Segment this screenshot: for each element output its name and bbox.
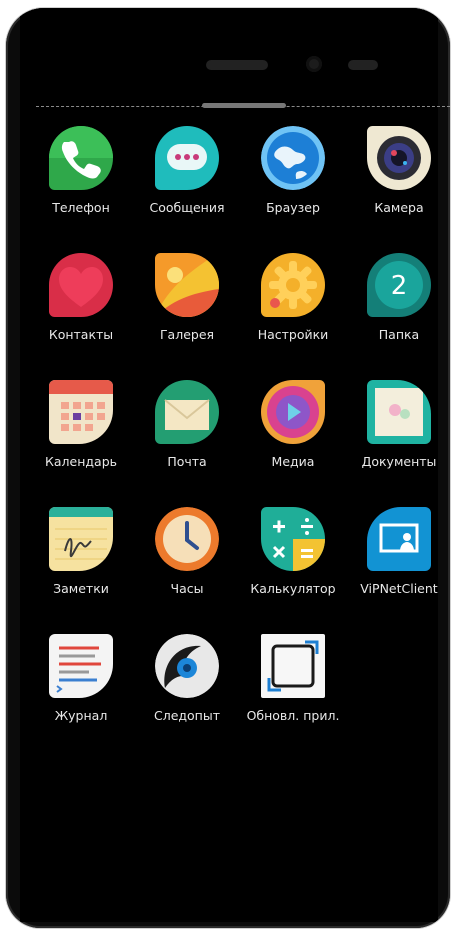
vipnet-client-icon bbox=[367, 507, 431, 571]
app-label: Часы bbox=[170, 581, 204, 596]
tracker-icon bbox=[155, 634, 219, 698]
app-phone[interactable]: Телефон bbox=[28, 126, 134, 215]
app-journal[interactable]: Журнал bbox=[28, 634, 134, 723]
app-calculator[interactable]: Калькулятор bbox=[240, 507, 346, 596]
app-label: Контакты bbox=[48, 327, 114, 342]
app-documents[interactable]: Документы bbox=[346, 380, 450, 469]
app-contacts[interactable]: Контакты bbox=[28, 253, 134, 342]
phone-frame: Телефон Сообщения Браузер Камера Контакт… bbox=[6, 8, 450, 928]
documents-icon bbox=[367, 380, 431, 444]
mail-icon bbox=[155, 380, 219, 444]
app-camera[interactable]: Камера bbox=[346, 126, 450, 215]
app-tracker[interactable]: Следопыт bbox=[134, 634, 240, 723]
gallery-icon bbox=[155, 253, 219, 317]
app-calendar[interactable]: Календарь bbox=[28, 380, 134, 469]
clock-icon bbox=[155, 507, 219, 571]
contacts-heart-icon bbox=[49, 253, 113, 317]
app-media[interactable]: Медиа bbox=[240, 380, 346, 469]
proximity-sensor bbox=[348, 60, 378, 70]
pull-down-handle[interactable] bbox=[202, 103, 286, 108]
app-label: Календарь bbox=[45, 454, 117, 469]
camera-icon bbox=[367, 126, 431, 190]
app-label: ViPNetClient bbox=[360, 581, 438, 596]
media-play-icon bbox=[261, 380, 325, 444]
browser-globe-icon bbox=[261, 126, 325, 190]
app-label: Сообщения bbox=[149, 200, 225, 215]
app-browser[interactable]: Браузер bbox=[240, 126, 346, 215]
front-camera bbox=[306, 56, 322, 72]
folder-badge: 2 bbox=[391, 271, 408, 301]
app-grid: Телефон Сообщения Браузер Камера Контакт… bbox=[28, 126, 450, 723]
app-gallery[interactable]: Галерея bbox=[134, 253, 240, 342]
app-messages[interactable]: Сообщения bbox=[134, 126, 240, 215]
app-label: Следопыт bbox=[153, 708, 221, 723]
journal-icon bbox=[49, 634, 113, 698]
app-vipnet-client[interactable]: ViPNetClient bbox=[346, 507, 450, 596]
settings-gear-icon bbox=[261, 253, 325, 317]
app-label: Настройки bbox=[257, 327, 329, 342]
app-folder[interactable]: 2 Папка bbox=[346, 253, 450, 342]
calendar-icon bbox=[49, 380, 113, 444]
app-label: Медиа bbox=[271, 454, 315, 469]
calculator-icon bbox=[261, 507, 325, 571]
earpiece-speaker bbox=[206, 60, 268, 70]
app-notes[interactable]: Заметки bbox=[28, 507, 134, 596]
app-label: Камера bbox=[374, 200, 424, 215]
app-label: Браузер bbox=[266, 200, 320, 215]
notes-icon bbox=[49, 507, 113, 571]
app-label: Телефон bbox=[52, 200, 110, 215]
app-label: Почта bbox=[167, 454, 207, 469]
phone-icon bbox=[49, 126, 113, 190]
app-mail[interactable]: Почта bbox=[134, 380, 240, 469]
messages-icon bbox=[155, 126, 219, 190]
update-apps-icon bbox=[261, 634, 325, 698]
app-label: Журнал bbox=[54, 708, 108, 723]
app-label: Галерея bbox=[159, 327, 215, 342]
app-label: Документы bbox=[361, 454, 437, 469]
app-label: Калькулятор bbox=[250, 581, 336, 596]
folder-icon: 2 bbox=[367, 253, 431, 317]
app-settings[interactable]: Настройки bbox=[240, 253, 346, 342]
app-update-apps[interactable]: Обновл. прил. bbox=[240, 634, 346, 723]
app-label: Обновл. прил. bbox=[246, 708, 340, 723]
app-label: Заметки bbox=[53, 581, 109, 596]
app-label: Папка bbox=[378, 327, 420, 342]
app-clock[interactable]: Часы bbox=[134, 507, 240, 596]
